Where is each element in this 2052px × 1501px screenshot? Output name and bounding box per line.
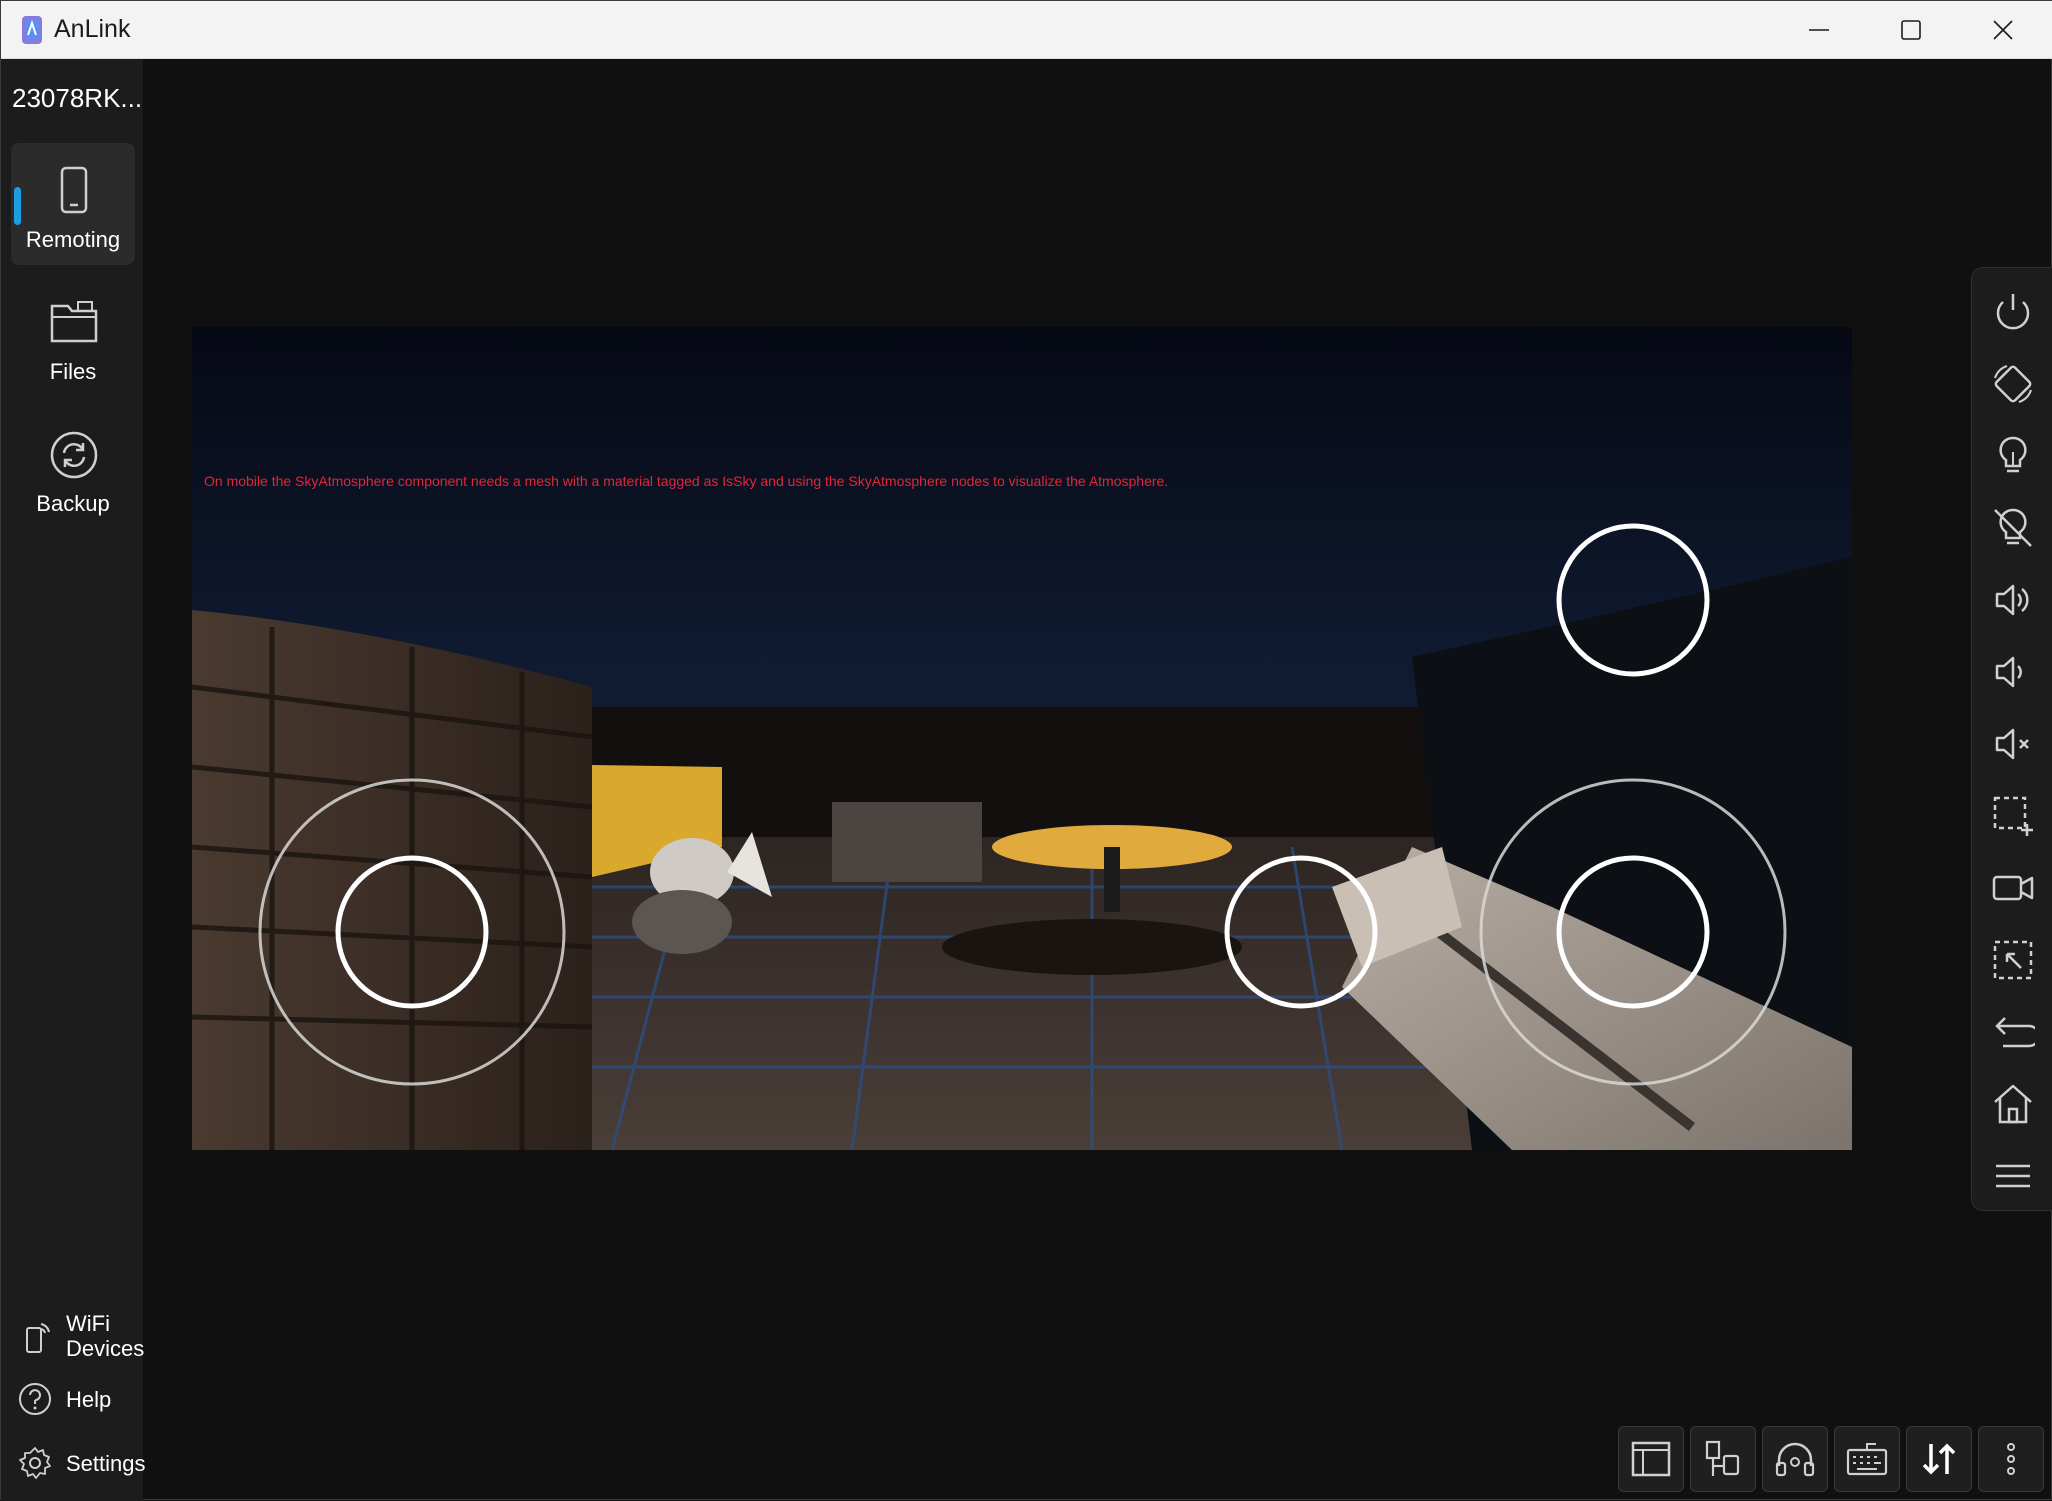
close-icon	[1993, 20, 2013, 40]
volume-up-button[interactable]	[1989, 576, 2037, 624]
close-button[interactable]	[1957, 1, 2049, 59]
volume-down-icon	[1995, 656, 2022, 688]
wifi-devices-button[interactable]: WiFi Devices	[17, 1311, 144, 1361]
nav-label-backup: Backup	[36, 491, 110, 516]
maximize-button[interactable]	[1865, 1, 1957, 59]
region-capture-button[interactable]	[1989, 936, 2037, 984]
region-capture-icon	[1993, 940, 2033, 980]
keyboard-button[interactable]	[1834, 1426, 1900, 1492]
title-bar[interactable]: AnLink	[1, 1, 2052, 59]
screen-light-on-icon	[1999, 436, 2027, 473]
power-button[interactable]	[1989, 288, 2037, 336]
fire-button-ring	[1224, 855, 1378, 1009]
screen-light-on-button[interactable]	[1989, 432, 2037, 480]
help-icon	[19, 1383, 51, 1415]
move-joystick-knob	[335, 855, 489, 1009]
screenshot-region-icon	[1993, 796, 2033, 836]
nav-item-files[interactable]: Files	[11, 275, 135, 397]
screen-light-off-button[interactable]	[1989, 504, 2037, 552]
menu-button[interactable]	[1989, 1152, 2037, 1200]
mute-icon	[1995, 728, 2029, 760]
back-icon	[1995, 1017, 2035, 1048]
transfer-icon	[1922, 1443, 1956, 1475]
rotate-screen-icon	[1994, 365, 2032, 403]
app-window: AnLink 23078RK... Remoting Files Backup …	[0, 0, 2052, 1501]
aim-joystick-ring	[1479, 778, 1787, 1086]
move-joystick-ring	[258, 778, 566, 1086]
back-button[interactable]	[1989, 1008, 2037, 1056]
phone-icon	[60, 166, 88, 214]
audio-headphones-button[interactable]	[1762, 1426, 1828, 1492]
maximize-icon	[1901, 20, 1921, 40]
folder-icon	[50, 301, 98, 343]
wifi-devices-label: WiFi Devices	[66, 1311, 144, 1361]
sidebar: 23078RK... Remoting Files Backup WiFi De…	[1, 59, 146, 1501]
audio-headphones-icon	[1775, 1442, 1815, 1477]
nav-item-backup[interactable]: Backup	[11, 407, 135, 529]
usb-connection-icon	[1705, 1440, 1740, 1476]
wifi-devices-label-line2: Devices	[66, 1336, 145, 1361]
nav-label-remoting: Remoting	[25, 227, 121, 252]
jump-button-ring	[1556, 523, 1710, 677]
device-controls-toolbar	[1971, 267, 2052, 1211]
keyboard-icon	[1846, 1443, 1888, 1476]
minimize-button[interactable]	[1773, 1, 1865, 59]
touch-controls-overlay	[258, 523, 1787, 1086]
rotate-screen-button[interactable]	[1989, 360, 2037, 408]
record-video-button[interactable]	[1989, 864, 2037, 912]
home-button[interactable]	[1989, 1080, 2037, 1128]
help-label: Help	[66, 1386, 112, 1412]
power-icon	[1996, 294, 2030, 330]
window-layout-button[interactable]	[1618, 1426, 1684, 1492]
volume-down-button[interactable]	[1989, 648, 2037, 696]
settings-button[interactable]: Settings	[17, 1445, 146, 1481]
volume-up-icon	[1995, 584, 2029, 616]
more-options-button[interactable]	[1978, 1426, 2044, 1492]
menu-icon	[1996, 1164, 2030, 1188]
gear-icon	[19, 1447, 51, 1479]
usb-connection-button[interactable]	[1690, 1426, 1756, 1492]
record-video-icon	[1992, 875, 2034, 901]
window-layout-icon	[1631, 1441, 1671, 1477]
wifi-devices-label-line1: WiFi	[66, 1311, 110, 1336]
nav-item-remoting[interactable]: Remoting	[11, 143, 135, 265]
help-button[interactable]: Help	[17, 1381, 111, 1417]
screen-light-off-icon	[1994, 508, 2032, 547]
aim-joystick-knob	[1556, 855, 1710, 1009]
sync-icon	[50, 431, 98, 479]
app-title: AnLink	[54, 15, 131, 43]
anlink-logo-icon	[22, 16, 42, 44]
more-vertical-icon	[2007, 1443, 2015, 1475]
minimize-icon	[1809, 29, 1829, 31]
transfer-button[interactable]	[1906, 1426, 1972, 1492]
nav-label-files: Files	[49, 359, 97, 384]
wifi-device-icon	[26, 1323, 50, 1353]
screenshot-region-button[interactable]	[1989, 792, 2037, 840]
active-indicator	[14, 187, 21, 225]
remote-phone-screen[interactable]: On mobile the SkyAtmosphere component ne…	[192, 327, 1852, 1150]
settings-label: Settings	[66, 1450, 146, 1476]
home-icon	[1994, 1084, 2032, 1124]
mute-button[interactable]	[1989, 720, 2037, 768]
device-name[interactable]: 23078RK...	[12, 83, 142, 114]
